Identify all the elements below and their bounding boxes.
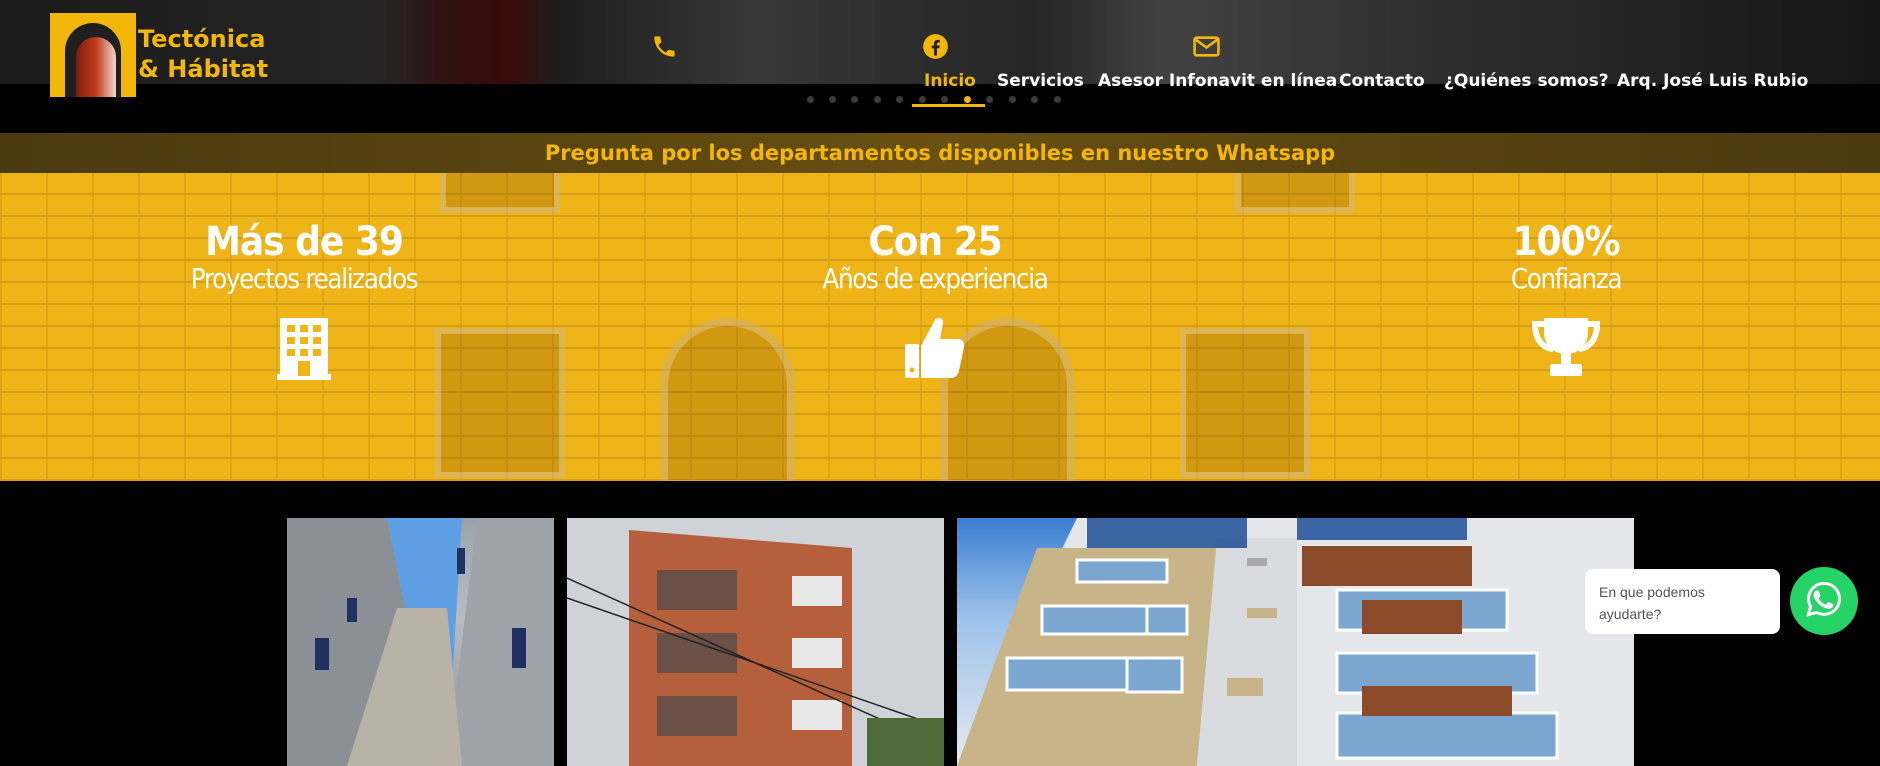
page: Tectónica & Hábitat Inicio Servicios Ase… [0,0,1880,766]
photo-white-building[interactable] [957,518,1634,766]
nav-active-underline [912,104,985,107]
stat-experience-label: Años de experiencia [822,262,1048,295]
chat-bubble-text: En que podemos ayudarte? [1599,584,1705,622]
nav-item-quienes-somos[interactable]: ¿Quiénes somos? [1444,71,1609,91]
slider-dot[interactable] [1009,96,1016,103]
stat-projects-number: Más de 39 [205,219,404,265]
nav-item-servicios[interactable]: Servicios [997,71,1084,91]
slider-dot[interactable] [1054,96,1061,103]
slider-dot[interactable] [829,96,836,103]
window-decor [440,173,560,213]
stat-experience: Con 25 Años de experiencia [795,220,1075,294]
slider-dot-active[interactable] [964,96,971,103]
slider-dot[interactable] [1031,96,1038,103]
nav-item-asesor-infonavit[interactable]: Asesor Infonavit en línea [1098,71,1337,91]
stat-projects-label: Proyectos realizados [190,262,419,295]
whatsapp-chat-button[interactable] [1790,567,1858,635]
photo-brick-building[interactable] [567,518,944,766]
slider-dot[interactable] [896,96,903,103]
logo-arch-inner [76,37,116,97]
thumbs-up-icon [903,314,965,384]
chat-bubble[interactable]: En que podemos ayudarte? [1585,569,1780,634]
logo[interactable] [50,13,136,97]
brand-name[interactable]: Tectónica & Hábitat [138,24,268,84]
stat-confidence: 100% Confianza [1426,220,1706,294]
window-decor [1180,328,1310,478]
header-band [0,84,1880,133]
nav-item-contacto[interactable]: Contacto [1339,71,1425,91]
slider-dot[interactable] [986,96,993,103]
nav-item-inicio[interactable]: Inicio [924,71,976,91]
building-icon [277,316,331,384]
window-decor [435,328,565,478]
facebook-icon[interactable] [922,33,949,64]
whatsapp-icon [1804,579,1844,623]
phone-icon[interactable] [651,33,678,64]
arch-window-decor [660,318,795,481]
stat-confidence-label: Confianza [1510,262,1623,295]
slider-dot[interactable] [851,96,858,103]
envelope-icon[interactable] [1193,35,1220,62]
nav-item-arq-jose-luis-rubio[interactable]: Arq. José Luis Rubio [1617,71,1808,91]
whatsapp-banner-text[interactable]: Pregunta por los departamentos disponibl… [0,133,1880,173]
trophy-icon [1530,316,1602,384]
brand-line-1: Tectónica [138,25,266,53]
brand-line-2: & Hábitat [138,55,269,83]
slider-dot[interactable] [941,96,948,103]
window-decor [1235,173,1355,213]
stat-projects: Más de 39 Proyectos realizados [164,220,444,294]
slider-dot[interactable] [874,96,881,103]
photo-corridor[interactable] [287,518,554,766]
slider-dot[interactable] [919,96,926,103]
stat-confidence-number: 100% [1512,219,1620,265]
stat-experience-number: Con 25 [868,219,1002,265]
slider-dot[interactable] [807,96,814,103]
